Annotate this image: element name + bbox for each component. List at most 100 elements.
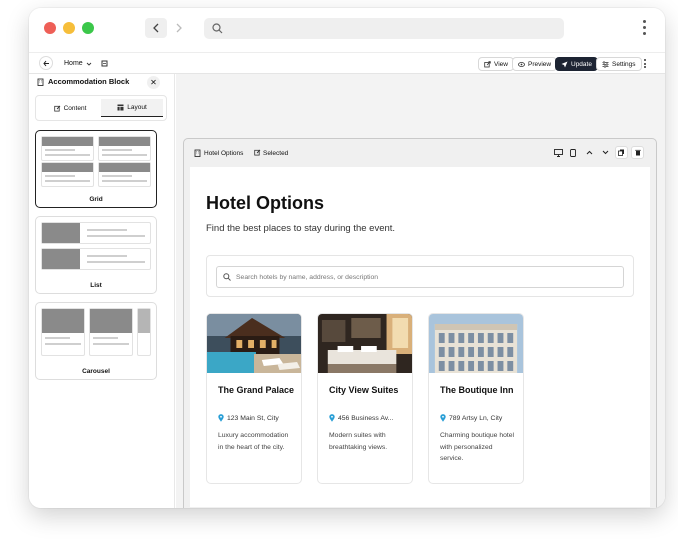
search-icon	[212, 23, 223, 34]
minimize-window-button[interactable]	[63, 22, 75, 34]
layout-label-grid: Grid	[89, 196, 103, 203]
close-window-button[interactable]	[44, 22, 56, 34]
layout-option-grid[interactable]: Grid	[35, 130, 157, 208]
file-icon	[101, 60, 108, 67]
chevron-right-icon	[176, 23, 182, 33]
hotel-card[interactable]: City View Suites 456 Business Av... Mode…	[317, 313, 413, 484]
view-label: View	[494, 60, 508, 68]
hotel-address: 456 Business Av...	[329, 414, 393, 422]
chevron-down-icon[interactable]	[602, 150, 609, 157]
duplicate-button[interactable]	[615, 146, 628, 159]
editor-canvas-area: Hotel Options Selected Hotel Options Fin…	[176, 74, 665, 508]
external-link-icon	[484, 60, 491, 67]
hotel-image	[429, 314, 523, 373]
tab-layout-label: Layout	[127, 104, 147, 111]
settings-panel: Accommodation Block ✕ Content Layout Gri…	[29, 74, 175, 508]
editor-toolbar: Home View Preview Update Settings	[29, 52, 665, 74]
building-icon	[194, 149, 201, 159]
browser-chrome	[29, 8, 665, 50]
carousel-preview-card	[89, 308, 133, 356]
update-button[interactable]: Update	[555, 57, 598, 71]
delete-button[interactable]	[631, 146, 644, 159]
hotel-description: Charming boutique hotel with personalize…	[440, 432, 515, 462]
eye-icon	[518, 61, 525, 67]
chevron-down-icon	[86, 62, 92, 66]
arrow-left-icon	[42, 60, 49, 66]
preview-button[interactable]: Preview	[512, 57, 558, 71]
back-arrow-button[interactable]	[39, 56, 53, 70]
map-pin-icon	[218, 414, 224, 422]
block-toolbar: Hotel Options Selected	[184, 139, 656, 167]
trash-icon	[634, 149, 641, 156]
carousel-preview-card	[41, 308, 85, 356]
desktop-icon[interactable]	[554, 149, 563, 159]
edit-icon	[254, 149, 261, 158]
layout-label-list: List	[90, 282, 102, 289]
section-subheading: Find the best places to stay during the …	[206, 223, 396, 234]
settings-button[interactable]: Settings	[596, 57, 642, 71]
send-icon	[561, 61, 568, 67]
close-panel-button[interactable]: ✕	[147, 76, 160, 89]
search-icon	[223, 273, 231, 281]
map-pin-icon	[329, 414, 335, 422]
more-menu-icon[interactable]	[641, 20, 647, 38]
hotel-name: The Grand Palace	[218, 385, 295, 395]
hotel-card[interactable]: The Grand Palace 123 Main St, City Luxur…	[206, 313, 302, 484]
edit-icon	[53, 105, 60, 112]
back-button[interactable]	[145, 18, 167, 38]
grid-preview-card	[98, 162, 151, 187]
panel-title: Accommodation Block	[37, 77, 129, 86]
chevron-up-icon[interactable]	[586, 150, 593, 157]
selected-block[interactable]: Hotel Options Selected Hotel Options Fin…	[183, 138, 657, 508]
selected-label: Selected	[263, 150, 289, 157]
maximize-window-button[interactable]	[82, 22, 94, 34]
forward-button[interactable]	[169, 18, 189, 38]
hotel-image	[207, 314, 301, 373]
hotel-description: Luxury accommodation in the heart of the…	[218, 432, 289, 451]
block-content: Hotel Options Find the best places to st…	[190, 167, 650, 507]
settings-label: Settings	[612, 60, 636, 68]
more-options-icon[interactable]	[642, 56, 647, 71]
hotel-address: 123 Main St, City	[218, 414, 279, 422]
layout-option-list[interactable]: List	[35, 216, 157, 294]
layout-label-carousel: Carousel	[82, 368, 110, 375]
carousel-preview-card	[137, 308, 151, 356]
preview-label: Preview	[528, 60, 552, 68]
copy-icon	[618, 149, 624, 156]
tab-content[interactable]: Content	[39, 99, 101, 117]
hotel-address-text: 456 Business Av...	[338, 414, 394, 422]
layout-option-carousel[interactable]: Carousel	[35, 302, 157, 380]
hotel-search-input[interactable]: Search hotels by name, address, or descr…	[216, 266, 624, 288]
page-select[interactable]: Home	[64, 56, 92, 71]
block-name: Hotel Options	[204, 150, 244, 157]
browser-window: Home View Preview Update Settings Accomm…	[29, 8, 665, 508]
hotel-name: The Boutique Inn	[440, 385, 514, 395]
mobile-icon[interactable]	[570, 149, 576, 159]
page-select-label: Home	[64, 60, 83, 67]
hotel-address-text: 789 Artsy Ln, City	[449, 414, 503, 422]
hotel-card[interactable]: The Boutique Inn 789 Artsy Ln, City Char…	[428, 313, 524, 484]
chevron-left-icon	[153, 23, 159, 33]
hotel-address-text: 123 Main St, City	[227, 414, 279, 422]
grid-preview-card	[41, 136, 94, 161]
tab-layout[interactable]: Layout	[101, 99, 163, 117]
sliders-icon	[602, 60, 609, 68]
panel-title-text: Accommodation Block	[48, 77, 130, 86]
section-heading: Hotel Options	[206, 193, 324, 213]
hotel-address: 789 Artsy Ln, City	[440, 414, 502, 422]
grid-preview-card	[41, 162, 94, 187]
page-icon[interactable]	[101, 56, 108, 71]
layout-icon	[117, 104, 124, 111]
address-bar[interactable]	[204, 18, 564, 39]
list-preview-row	[41, 222, 151, 244]
panel-tabs: Content Layout	[35, 95, 167, 121]
search-container: Search hotels by name, address, or descr…	[206, 255, 634, 297]
building-icon	[37, 78, 44, 86]
hotel-description: Modern suites with breathtaking views.	[329, 432, 388, 451]
view-button[interactable]: View	[478, 57, 514, 71]
hotel-name: City View Suites	[329, 385, 399, 395]
hotel-image	[318, 314, 412, 373]
close-icon: ✕	[150, 78, 157, 87]
search-placeholder: Search hotels by name, address, or descr…	[236, 273, 379, 281]
tab-content-label: Content	[63, 104, 87, 112]
